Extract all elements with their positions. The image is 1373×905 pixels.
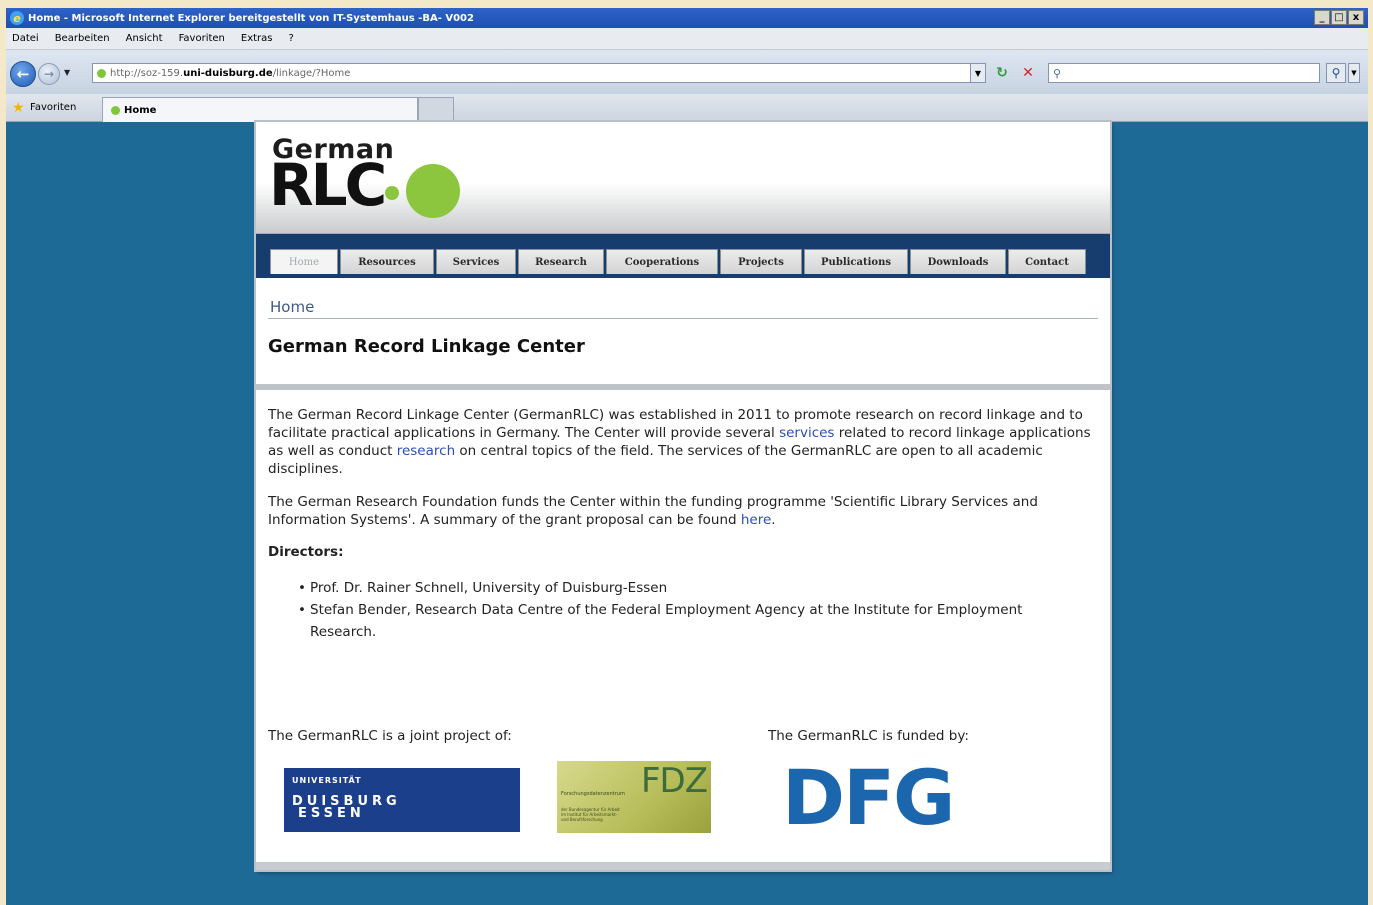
- list-item: Stefan Bender, Research Data Centre of t…: [298, 599, 1058, 643]
- ie-logo-icon: e: [10, 11, 24, 25]
- minimize-button[interactable]: _: [1314, 10, 1330, 25]
- funding-text-2: .: [771, 512, 776, 528]
- url-domain: uni-duisburg.de: [183, 67, 273, 79]
- logo-dot: [406, 164, 460, 218]
- menu-datei[interactable]: Datei: [12, 33, 39, 44]
- menu-bar: Datei Bearbeiten Ansicht Favoriten Extra…: [6, 28, 1368, 50]
- search-button[interactable]: ⚲: [1326, 63, 1346, 83]
- page-viewport: German RLC Home Resources Services Resea…: [6, 122, 1368, 905]
- window-controls: _ □ x: [1314, 10, 1364, 25]
- chevron-down-icon: ▼: [974, 68, 982, 78]
- browser-window: e Home - Microsoft Internet Explorer ber…: [6, 8, 1368, 905]
- search-input[interactable]: ⚲: [1048, 63, 1320, 83]
- directors-list: Prof. Dr. Rainer Schnell, University of …: [298, 577, 1058, 643]
- breadcrumb-divider: [268, 318, 1098, 319]
- nav-tab-resources[interactable]: Resources: [340, 249, 434, 274]
- nav-tab-downloads[interactable]: Downloads: [910, 249, 1006, 274]
- nav-tab-cooperations[interactable]: Cooperations: [606, 249, 718, 274]
- main-nav: Home Resources Services Research Coopera…: [256, 234, 1110, 390]
- favorites-button[interactable]: Favoriten: [30, 102, 76, 113]
- menu-ansicht[interactable]: Ansicht: [126, 33, 163, 44]
- fdz-logo[interactable]: FDZ Forschungsdatenzentrum der Bundesage…: [557, 761, 711, 833]
- maximize-button[interactable]: □: [1331, 10, 1347, 25]
- forward-button[interactable]: →: [38, 63, 60, 85]
- close-button[interactable]: x: [1348, 10, 1364, 25]
- window-title: Home - Microsoft Internet Explorer berei…: [28, 12, 474, 24]
- search-provider-icon: ⚲: [1053, 66, 1062, 80]
- funded-by-label: The GermanRLC is funded by:: [768, 728, 969, 744]
- nav-tab-research[interactable]: Research: [518, 249, 604, 274]
- services-link[interactable]: services: [779, 425, 834, 441]
- stop-button[interactable]: ✕: [1018, 63, 1038, 83]
- refresh-icon: ↻: [996, 65, 1008, 81]
- refresh-button[interactable]: ↻: [992, 63, 1012, 83]
- directors-heading: Directors:: [268, 544, 344, 560]
- nav-tab-contact[interactable]: Contact: [1008, 249, 1086, 274]
- intro-paragraph: The German Record Linkage Center (German…: [268, 406, 1098, 478]
- fdz-logo-caption: der Bundesagentur für Arbeit im Institut…: [561, 807, 620, 822]
- nav-tab-publications[interactable]: Publications: [804, 249, 908, 274]
- fdz-logo-subtitle: Forschungsdatenzentrum: [561, 791, 625, 797]
- here-link[interactable]: here: [741, 512, 771, 528]
- ude-logo-line2: ESSEN: [298, 806, 365, 821]
- nav-strip: [256, 384, 1110, 390]
- dfg-logo-text: DFG: [782, 753, 955, 842]
- site-header: German RLC: [256, 122, 1110, 234]
- address-toolbar: ← → ▼ http://soz-159. uni-duisburg.de/lin…: [6, 50, 1368, 94]
- star-icon[interactable]: ★: [12, 100, 25, 116]
- joint-project-label: The GermanRLC is a joint project of:: [268, 728, 512, 744]
- tab-label: Home: [124, 104, 157, 116]
- favorites-bar: ★ Favoriten Home: [6, 94, 1368, 122]
- browser-tab-home[interactable]: Home: [102, 97, 418, 122]
- fdz-logo-text: FDZ: [640, 761, 708, 801]
- address-input[interactable]: http://soz-159. uni-duisburg.de/linkage/?…: [92, 63, 972, 83]
- list-item: Prof. Dr. Rainer Schnell, University of …: [298, 577, 1058, 599]
- url-path: /linkage/?Home: [272, 67, 351, 79]
- site-page: German RLC Home Resources Services Resea…: [256, 122, 1110, 870]
- site-favicon-icon: [97, 68, 106, 78]
- history-dropdown[interactable]: ▼: [64, 68, 70, 77]
- logo-rlc-text: RLC: [269, 151, 387, 219]
- logo-dot-small: [385, 186, 399, 200]
- nav-tab-projects[interactable]: Projects: [720, 249, 802, 274]
- dfg-logo[interactable]: DFG: [782, 760, 982, 836]
- chevron-down-icon: ▼: [64, 68, 71, 77]
- stop-icon: ✕: [1022, 65, 1034, 81]
- menu-bearbeiten[interactable]: Bearbeiten: [55, 33, 110, 44]
- duisburg-essen-logo[interactable]: UNIVERSITÄT DUISBURG ESSEN: [284, 768, 520, 832]
- nav-tab-services[interactable]: Services: [436, 249, 516, 274]
- research-link[interactable]: research: [397, 443, 455, 459]
- arrow-right-icon: →: [43, 67, 55, 81]
- menu-favoriten[interactable]: Favoriten: [179, 33, 225, 44]
- new-tab-button[interactable]: [418, 97, 454, 122]
- search-icon: ⚲: [1331, 66, 1341, 80]
- ude-logo-top: UNIVERSITÄT: [292, 776, 362, 785]
- menu-help[interactable]: ?: [289, 33, 294, 44]
- arrow-left-icon: ←: [16, 65, 30, 83]
- back-button[interactable]: ←: [10, 61, 36, 87]
- address-dropdown[interactable]: ▼: [970, 63, 986, 83]
- nav-tab-home[interactable]: Home: [270, 249, 338, 274]
- breadcrumb[interactable]: Home: [270, 298, 314, 316]
- site-favicon-icon: [111, 105, 120, 115]
- chevron-down-icon: ▼: [1351, 69, 1357, 77]
- url-prefix: http://soz-159.: [110, 67, 184, 79]
- page-footer-strip: [256, 862, 1110, 870]
- funding-paragraph: The German Research Foundation funds the…: [268, 493, 1098, 529]
- page-title: German Record Linkage Center: [268, 336, 585, 357]
- search-dropdown[interactable]: ▼: [1348, 63, 1360, 83]
- title-bar: e Home - Microsoft Internet Explorer ber…: [6, 8, 1368, 28]
- funding-text-1: The German Research Foundation funds the…: [268, 494, 1038, 528]
- menu-extras[interactable]: Extras: [241, 33, 273, 44]
